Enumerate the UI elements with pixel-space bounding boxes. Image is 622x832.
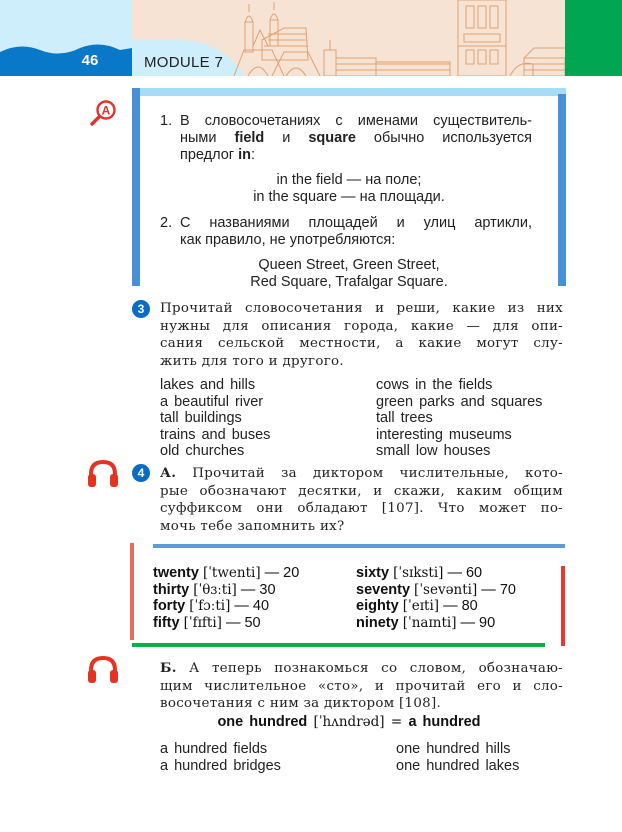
magnifier-a-icon: A (90, 100, 116, 126)
phrase: cows in the fields (376, 377, 493, 393)
headphones-icon[interactable] (86, 459, 120, 489)
wave-decoration (0, 44, 132, 76)
rule-1-example-2: in the square — на площади. (253, 189, 445, 205)
task-4-number: 4 (132, 464, 150, 482)
numbers-box-right-border (561, 566, 565, 646)
page-number: 46 (81, 52, 99, 69)
number-entry: sixty [ˈsɪksti] — 60 (356, 565, 483, 581)
phrase: lakes and hills (160, 377, 256, 393)
rule-box-top-border (132, 88, 566, 96)
phrase: tall buildings (160, 410, 242, 426)
number-entry: fifty [ˈfɪfti] — 50 (153, 614, 261, 631)
hundred-phrases-left: a hundred fields a hundred bridges (160, 741, 281, 774)
phrase: tall trees (376, 410, 433, 426)
task-3-instruction: Прочитай словосочетания и реши, какие из… (160, 301, 563, 369)
task-3-phrases-right: cows in the fields green parks and squar… (376, 377, 542, 460)
module-title: MODULE 7 (144, 54, 224, 71)
tens-left-column: twenty [ˈtwenti] — 20 thirty [ˈθɜːti] — … (153, 565, 299, 631)
phrase: interesting museums (376, 426, 512, 443)
numbers-box-top-border (153, 544, 565, 548)
rule-2-example-1: Queen Street, Green Street, (258, 257, 440, 273)
header-green-tab (565, 0, 622, 76)
city-skyline-illustration (233, 0, 565, 76)
headphones-icon[interactable] (86, 655, 120, 685)
phrase: a beautiful river (160, 393, 264, 410)
task-3-phrases-left: lakes and hills a beautiful river tall b… (160, 377, 270, 460)
number-entry: ninety [ˈnaɪnti] — 90 (356, 614, 496, 631)
rule-2: 2. С названиями площадей и улиц артикли, … (160, 215, 532, 248)
rule-1-example-1: in the field — на поле; (276, 172, 422, 188)
phrase: small low houses (376, 443, 491, 459)
phrase: trains and buses (160, 426, 271, 443)
number-entry: twenty [ˈtwenti] — 20 (153, 565, 300, 581)
task-4b-instruction: Б. А теперь познакомься со словом, обозн… (160, 660, 563, 711)
page-header: 46 MODULE 7 (0, 0, 622, 76)
number-entry: eighty [ˈeɪti] — 80 (356, 598, 478, 614)
phrase: one hundred lakes (396, 757, 520, 774)
task-4a-instruction: А. Прочитай за диктором числительные, ко… (160, 465, 563, 534)
numbers-box-left-border (130, 543, 134, 640)
hundred-phrases-right: one hundred hills one hundred lakes (396, 741, 519, 774)
phrase: old churches (160, 443, 245, 459)
phrase: a hundred fields (160, 741, 268, 757)
phrase: a hundred bridges (160, 757, 281, 774)
number-entry: forty [ˈfɔːti] — 40 (153, 598, 270, 614)
tens-right-column: sixty [ˈsɪksti] — 60 seventy [ˈsevənti] … (356, 565, 516, 631)
phrase: one hundred hills (396, 741, 511, 757)
svg-text:A: A (102, 104, 111, 118)
task-3-number: 3 (132, 300, 150, 318)
rule-2-example-2: Red Square, Trafalgar Square. (250, 274, 448, 290)
number-entry: seventy [ˈsevənti] — 70 (356, 581, 516, 598)
numbers-box-bottom-border (132, 643, 545, 647)
hundred-definition: one hundred [ˈhʌndrəd] = a hundred (217, 714, 481, 730)
number-entry: thirty [ˈθɜːti] — 30 (153, 581, 276, 598)
phrase: green parks and squares (376, 393, 543, 410)
rule-1: 1. В словосочетаниях с именами существите… (160, 113, 532, 163)
